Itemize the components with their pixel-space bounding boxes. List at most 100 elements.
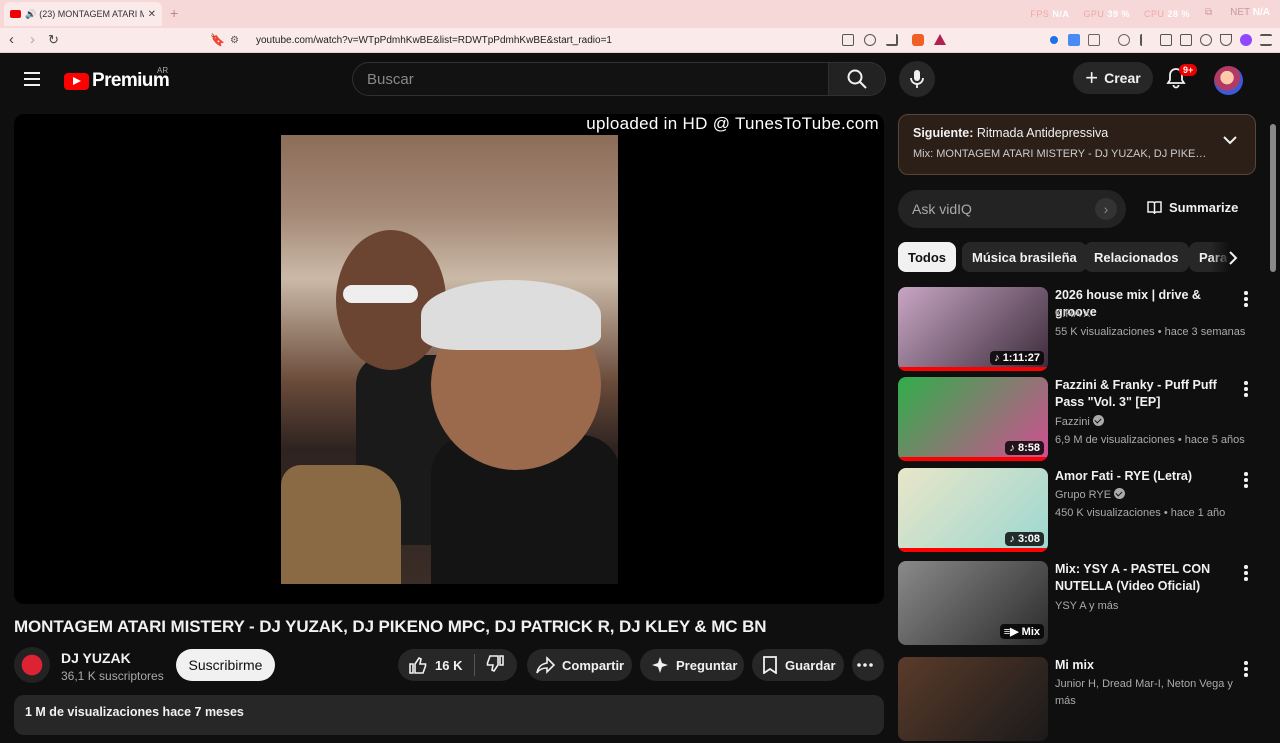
like-count: 16 K	[435, 657, 463, 673]
video-thumbnail[interactable]: ♪ 3:08	[898, 468, 1048, 552]
bookmark-icon[interactable]: 🔖	[210, 33, 225, 47]
more-vertical-icon[interactable]	[1244, 661, 1248, 679]
brave-shield-icon[interactable]	[912, 34, 924, 46]
chevron-down-icon[interactable]	[1223, 135, 1237, 145]
more-vertical-icon[interactable]	[1244, 472, 1248, 490]
recommendation-item[interactable]: Mi mix Junior H, Dread Mar-I, Neton Vega …	[898, 657, 1256, 743]
vidiq-ask-input[interactable]: Ask vidIQ ›	[898, 190, 1126, 228]
chip-todos[interactable]: Todos	[898, 242, 957, 272]
youtube-favicon-icon	[10, 10, 21, 18]
save-button[interactable]: Guardar	[752, 649, 844, 681]
recommendation-channel[interactable]: YSY A y más	[1055, 598, 1255, 615]
menu-icon[interactable]	[1260, 34, 1272, 46]
forward-icon[interactable]: ›	[30, 31, 35, 48]
share-page-icon[interactable]	[886, 34, 898, 46]
address-toolbar: ‹ › ↻ 🔖 ⚙ youtube.com/watch?v=WTpPdmhKwB…	[0, 28, 1280, 53]
like-button[interactable]: 16 K	[398, 655, 462, 675]
recommendation-item[interactable]: ♪ 1:11:27 2026 house mix | drive & groove…	[898, 287, 1256, 373]
recommendation-channel[interactable]: Junior H, Dread Mar-I, Neton Vega y más	[1055, 676, 1255, 710]
duration-badge: ♪ 3:08	[1005, 532, 1044, 546]
more-vertical-icon[interactable]	[1244, 291, 1248, 309]
hamburger-menu-icon[interactable]	[24, 72, 40, 86]
more-vertical-icon[interactable]	[1244, 381, 1248, 399]
search-input[interactable]: Buscar	[352, 62, 830, 96]
mix-title: Mix: MONTAGEM ATARI MISTERY - DJ YUZAK, …	[913, 148, 1213, 160]
back-icon[interactable]: ‹	[9, 31, 14, 48]
recommendation-title[interactable]: Amor Fati - RYE (Letra)	[1055, 468, 1237, 485]
view-count-date: 1 M de visualizaciones hace 7 meses	[25, 705, 244, 719]
minimize-icon[interactable]: ⧉	[1205, 7, 1212, 18]
chevron-right-icon[interactable]	[1228, 251, 1238, 265]
browser-tab-bar: 🔊 (23) MONTAGEM ATARI MISTERY ✕ + FPS N/…	[0, 0, 1280, 28]
youtube-premium-logo[interactable]: Premium AR	[64, 66, 170, 92]
bookmark-icon	[763, 656, 777, 674]
sidebar-icon[interactable]	[1160, 34, 1172, 46]
chip-musica-brasilena[interactable]: Música brasileña	[962, 242, 1087, 272]
chip-relacionados[interactable]: Relacionados	[1084, 242, 1189, 272]
like-dislike-group: 16 K	[398, 649, 517, 681]
share-icon	[536, 656, 555, 674]
recommendation-channel[interactable]: Fazzini	[1055, 414, 1255, 431]
video-thumbnail[interactable]: ♪ 1:11:27	[898, 287, 1048, 371]
recommendation-channel[interactable]: KIRA X	[1055, 306, 1255, 323]
video-thumbnail[interactable]: ♪ 8:58	[898, 377, 1048, 461]
search-button[interactable]	[828, 62, 886, 96]
playlist-up-next-panel[interactable]: Siguiente: Ritmada Antidepressiva Mix: M…	[898, 114, 1256, 175]
recommendation-channel[interactable]: Grupo RYE	[1055, 487, 1255, 504]
leo-icon[interactable]	[1200, 34, 1212, 46]
music-icon[interactable]	[1140, 34, 1152, 46]
account-avatar[interactable]	[1214, 66, 1243, 95]
more-actions-button[interactable]	[852, 649, 884, 681]
thumbs-down-icon	[487, 654, 505, 672]
video-player[interactable]: uploaded in HD @ TunesToTube.com	[14, 114, 884, 604]
sparkle-icon	[652, 657, 668, 673]
wallet-icon[interactable]	[1180, 34, 1192, 46]
new-tab-icon[interactable]: +	[170, 5, 178, 21]
reload-icon[interactable]: ↻	[48, 32, 59, 48]
video-thumbnail[interactable]: ≡▶ Mix	[898, 561, 1048, 645]
recommendation-item[interactable]: ≡▶ Mix Mix: YSY A - PASTEL CON NUTELLA (V…	[898, 561, 1256, 647]
brave-rewards-icon[interactable]	[934, 34, 946, 45]
share-button[interactable]: Compartir	[527, 649, 632, 681]
site-info-icon[interactable]: ⚙	[230, 35, 242, 46]
thumbs-up-icon	[409, 656, 427, 674]
watch-progress-bar	[898, 457, 1048, 461]
extension-icon[interactable]	[1050, 36, 1058, 44]
create-button[interactable]: + Crear	[1073, 62, 1153, 94]
extensions-puzzle-icon[interactable]	[1118, 34, 1130, 46]
close-tab-icon[interactable]: ✕	[148, 9, 156, 20]
microphone-icon	[910, 70, 924, 88]
recommendation-title[interactable]: Mix: YSY A - PASTEL CON NUTELLA (Video O…	[1055, 561, 1237, 595]
recommendation-stats: 6,9 M de visualizaciones • hace 5 años	[1055, 434, 1245, 446]
youtube-page: Premium AR Buscar + Crear 9+ uploaded in …	[0, 54, 1280, 741]
scrollbar[interactable]	[1270, 124, 1276, 272]
profile-icon[interactable]	[1240, 34, 1252, 46]
channel-name[interactable]: DJ YUZAK	[61, 650, 131, 666]
video-frame-image	[281, 135, 618, 584]
vpn-shield-icon[interactable]	[1220, 34, 1232, 46]
subscribe-button[interactable]: Suscribirme	[176, 649, 275, 681]
up-next-title: Ritmada Antidepressiva	[976, 126, 1109, 140]
recommendation-item[interactable]: ♪ 8:58 Fazzini & Franky - Puff Puff Pass …	[898, 377, 1256, 463]
recommendation-item[interactable]: ♪ 3:08 Amor Fati - RYE (Letra) Grupo RYE 45…	[898, 468, 1256, 554]
browser-tab[interactable]: 🔊 (23) MONTAGEM ATARI MISTERY ✕	[4, 2, 162, 26]
channel-avatar[interactable]	[14, 647, 50, 683]
dislike-button[interactable]	[485, 654, 512, 677]
recommendation-title[interactable]: Fazzini & Franky - Puff Puff Pass "Vol. …	[1055, 377, 1237, 411]
recommendation-title[interactable]: Mi mix	[1055, 657, 1237, 674]
url-text[interactable]: youtube.com/watch?v=WTpPdmhKwBE&list=RDW…	[256, 35, 612, 46]
recommendation-stats: 55 K visualizaciones • hace 3 semanas	[1055, 326, 1246, 338]
cast-icon[interactable]	[842, 34, 854, 46]
youtube-play-logo-icon	[64, 72, 89, 90]
voice-search-button[interactable]	[899, 61, 935, 97]
extension-icon[interactable]	[1088, 34, 1100, 46]
speaker-icon: 🔊	[25, 8, 37, 19]
video-thumbnail[interactable]	[898, 657, 1048, 741]
description-box[interactable]: 1 M de visualizaciones hace 7 meses	[14, 695, 884, 735]
translate-icon[interactable]	[1068, 34, 1080, 46]
ask-button[interactable]: Preguntar	[640, 649, 744, 681]
summarize-button[interactable]: Summarize	[1147, 200, 1238, 215]
more-vertical-icon[interactable]	[1244, 565, 1248, 583]
chevron-right-icon[interactable]: ›	[1095, 198, 1117, 220]
zoom-icon[interactable]	[864, 34, 876, 46]
